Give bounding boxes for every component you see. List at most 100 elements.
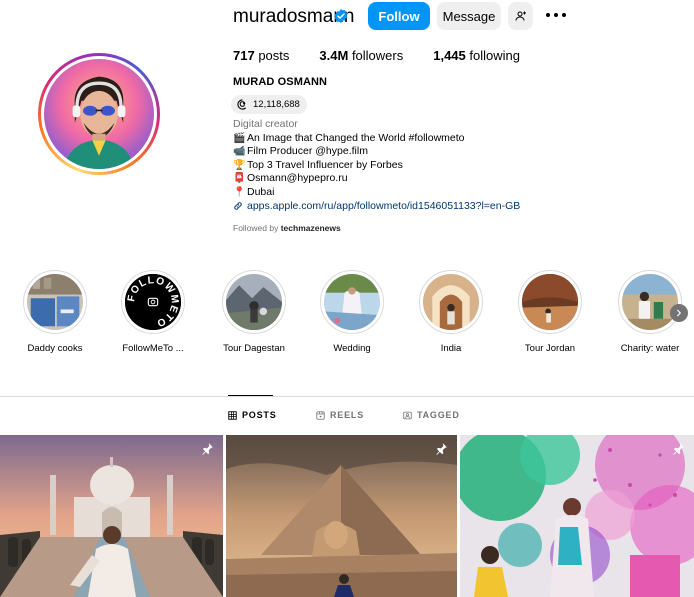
followers-count-value: 3.4M xyxy=(319,48,349,63)
more-options-button[interactable] xyxy=(546,8,566,22)
dot-icon xyxy=(562,13,566,17)
highlight-cover-image xyxy=(27,274,83,330)
highlight-cover-image xyxy=(423,274,479,330)
posts-grid xyxy=(0,435,694,597)
highlight-ring xyxy=(320,270,384,334)
dot-icon xyxy=(554,13,558,17)
highlight-cover xyxy=(622,274,678,330)
post-tile[interactable] xyxy=(226,435,457,597)
highlight-ring xyxy=(618,270,682,334)
post-image-holi-festival xyxy=(460,435,694,597)
following-count-value: 1,445 xyxy=(433,48,466,63)
highlight-daddy-cooks[interactable]: Daddy cooks xyxy=(10,270,100,354)
followed-by[interactable]: Followed by techmazenews xyxy=(233,223,341,233)
trophy-icon: 🏆 xyxy=(233,159,246,171)
highlight-label: India xyxy=(440,343,462,354)
highlight-cover xyxy=(27,274,83,330)
highlight-cover xyxy=(522,274,578,330)
profile-full-name: MURAD OSMANN xyxy=(233,76,328,88)
highlight-cover-image xyxy=(522,274,578,330)
post-tile[interactable] xyxy=(0,435,223,597)
tagged-icon xyxy=(403,411,412,419)
grid-icon xyxy=(228,410,237,420)
post-image-pyramid-sphinx xyxy=(226,435,457,597)
suggest-similar-button[interactable] xyxy=(508,2,533,30)
post-tile[interactable] xyxy=(460,435,694,597)
threads-count: 12,118,688 xyxy=(253,99,300,110)
highlight-label: Daddy cooks xyxy=(27,343,83,354)
highlight-label: Tour Dagestan xyxy=(223,343,285,354)
tab-reels[interactable]: REELS xyxy=(316,410,364,420)
bio-line: 🏆 Top 3 Travel Influencer by Forbes xyxy=(233,159,520,173)
mailbox-icon: 📮 xyxy=(233,173,246,185)
highlight-cover-image xyxy=(622,274,678,330)
tabs-divider xyxy=(0,396,694,397)
avatar[interactable] xyxy=(44,59,154,169)
pinned-icon xyxy=(202,443,213,455)
message-button[interactable]: Message xyxy=(437,2,501,30)
highlight-cover-image: FOLLOWMETO xyxy=(125,274,181,330)
link-icon xyxy=(234,202,242,211)
bio-line-text: Top 3 Travel Influencer by Forbes xyxy=(247,158,403,171)
bio-line: 📹 Film Producer @hype.film xyxy=(233,145,520,159)
avatar-frame xyxy=(41,56,157,172)
highlight-cover xyxy=(423,274,479,330)
story-highlights: Daddy cooks FOLLOWMETO FollowMeTo ... To… xyxy=(0,270,694,360)
add-user-icon xyxy=(515,11,526,21)
highlight-ring xyxy=(518,270,582,334)
profile-tabs: POSTS REELS TAGGED xyxy=(0,410,694,424)
highlight-cover xyxy=(226,274,282,330)
bio-link[interactable]: apps.apple.com/ru/app/followmeto/id15460… xyxy=(233,200,520,214)
followers-count[interactable]: 3.4M followers xyxy=(319,48,403,63)
verified-badge-icon xyxy=(334,9,348,23)
bio-line-text: Dubai xyxy=(247,185,275,198)
active-tab-indicator xyxy=(228,395,273,396)
profile-stats: 717 posts 3.4M followers 1,445 following xyxy=(233,48,550,63)
profile-avatar-ring[interactable] xyxy=(38,53,160,175)
bio-line-text: An Image that Changed the World #followm… xyxy=(247,131,465,144)
highlights-next-button[interactable] xyxy=(670,304,688,322)
threads-icon xyxy=(237,99,247,110)
highlight-label: Charity: water xyxy=(620,343,680,354)
highlight-ring: FOLLOWMETO xyxy=(121,270,185,334)
tab-posts[interactable]: POSTS xyxy=(228,410,277,420)
highlight-ring xyxy=(222,270,286,334)
highlight-ring xyxy=(23,270,87,334)
bio-category: Digital creator xyxy=(233,118,298,130)
post-image-taj-mahal xyxy=(0,435,223,597)
posts-count: 717 posts xyxy=(233,48,289,63)
highlight-wedding[interactable]: Wedding xyxy=(307,270,397,354)
highlight-ring xyxy=(419,270,483,334)
reels-icon xyxy=(316,410,325,420)
pinned-icon xyxy=(436,443,447,455)
bio-line-text: Osmann@hypepro.ru xyxy=(247,172,348,185)
bio-line: 🎬 An Image that Changed the World #follo… xyxy=(233,132,520,146)
tab-tagged[interactable]: TAGGED xyxy=(403,410,460,420)
follow-button[interactable]: Follow xyxy=(368,2,430,30)
following-count-label: following xyxy=(469,48,520,63)
highlight-label: Tour Jordan xyxy=(524,343,576,354)
bio-line-text: Film Producer @hype.film xyxy=(247,145,368,158)
posts-count-value: 717 xyxy=(233,48,255,63)
bio-link-text[interactable]: apps.apple.com/ru/app/followmeto/id15460… xyxy=(247,200,520,214)
tab-label: POSTS xyxy=(242,410,277,420)
threads-badge[interactable]: 12,118,688 xyxy=(231,95,307,114)
highlight-label: FollowMeTo ... xyxy=(122,343,184,354)
highlight-cover xyxy=(324,274,380,330)
highlight-india[interactable]: India xyxy=(406,270,496,354)
highlight-label: Wedding xyxy=(333,343,371,354)
bio-line: 📍 Dubai xyxy=(233,186,520,200)
highlight-cover-image xyxy=(226,274,282,330)
highlight-followmeto[interactable]: FOLLOWMETO FollowMeTo ... xyxy=(108,270,198,354)
pinned-icon xyxy=(673,443,684,455)
tab-label: REELS xyxy=(330,410,365,420)
followed-by-user[interactable]: techmazenews xyxy=(281,223,341,233)
highlight-tour-dagestan[interactable]: Tour Dagestan xyxy=(209,270,299,354)
avatar-portrait xyxy=(63,76,135,169)
highlight-tour-jordan[interactable]: Tour Jordan xyxy=(505,270,595,354)
following-count[interactable]: 1,445 following xyxy=(433,48,520,63)
film-icon: 🎬 xyxy=(233,132,246,144)
camera-icon: 📹 xyxy=(233,146,246,158)
bio-line: 📮 Osmann@hypepro.ru xyxy=(233,172,520,186)
highlight-cover: FOLLOWMETO xyxy=(125,274,181,330)
